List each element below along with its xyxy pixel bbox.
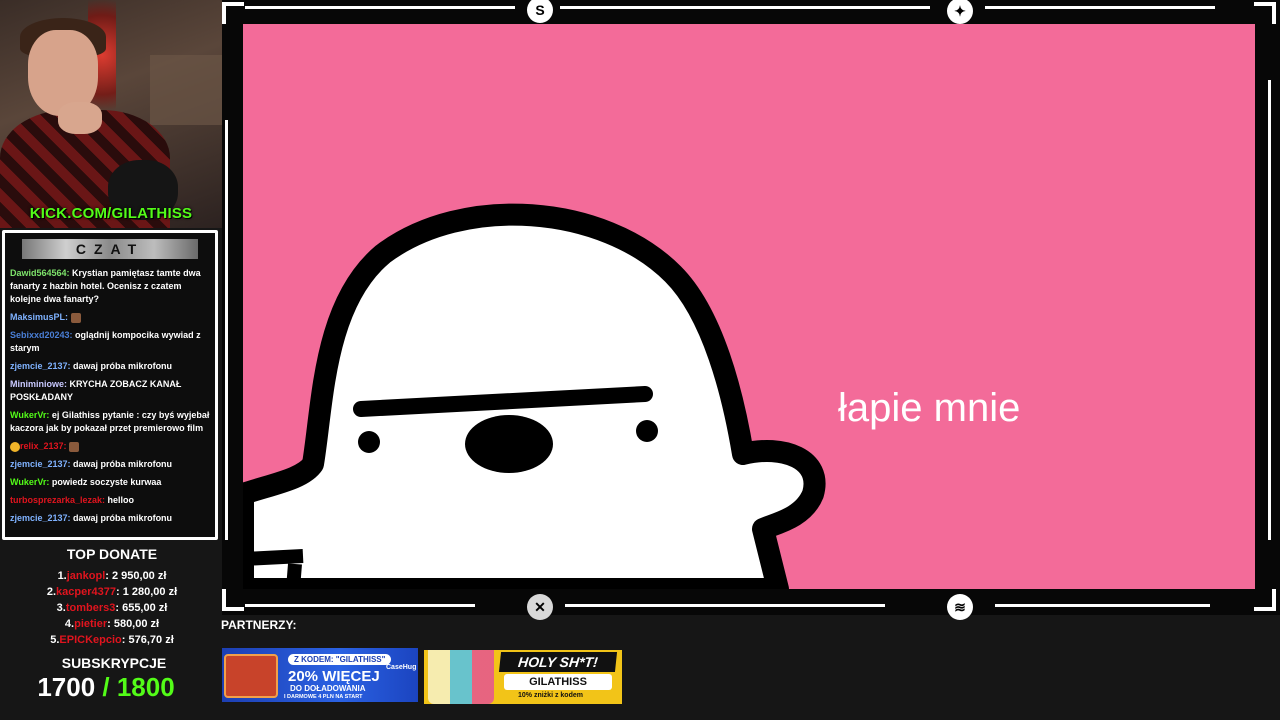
- background-shelf: [150, 55, 222, 125]
- chat-message-list: Dawid564564: Krystian pamiętasz tamte dw…: [10, 267, 210, 530]
- casehug-subline: DO DOŁADOWANIA: [290, 684, 366, 693]
- chat-emote-icon: [70, 312, 81, 323]
- chat-username[interactable]: Dawid564564: [10, 268, 67, 278]
- donation-row: 5.EPICKepcio: 576,70 zł: [0, 632, 224, 648]
- frame-line-top-left: [245, 6, 515, 9]
- frame-line-bottom-mid: [565, 604, 885, 607]
- subscriptions-goal: / 1800: [102, 672, 175, 702]
- chat-username[interactable]: turbosprezarka_lezak: [10, 495, 102, 505]
- casehug-subline-2: I DARMOWE 4 PLN NA START: [284, 694, 363, 700]
- top-donate-title: TOP DONATE: [66, 546, 158, 562]
- chat-username[interactable]: Sebixxd20243: [10, 330, 70, 340]
- frame-corner-tl: [222, 2, 244, 24]
- frame-corner-tr: [1254, 2, 1276, 24]
- chat-message: WukerVr: ej Gilathiss pytanie : czy byś …: [10, 409, 210, 435]
- donation-row: 4.pietier: 580,00 zł: [0, 616, 224, 632]
- frame-line-right: [1268, 80, 1271, 540]
- chat-message: relix_2137:: [10, 440, 210, 453]
- cross-logo-icon: ✕: [527, 594, 553, 620]
- chat-message: Miniminiowe: KRYCHA ZOBACZ KANAŁ POSKŁAD…: [10, 378, 210, 404]
- donation-rank: 4.: [64, 618, 75, 630]
- video-content: [243, 24, 1255, 589]
- drink-cans-icon: [428, 650, 494, 704]
- donation-row: 1.jankopl: 2 950,00 zł: [0, 568, 224, 584]
- subscriptions-current: 1700: [37, 672, 96, 702]
- donation-rank: 2.: [46, 586, 57, 598]
- chat-emote-icon: [69, 441, 80, 452]
- chat-username[interactable]: Miniminiowe: [10, 379, 64, 389]
- chat-text: dawaj próba mikrofonu: [70, 513, 173, 523]
- chat-message: zjemcie_2137: dawaj próba mikrofonu: [10, 512, 210, 525]
- holyshit-logo: HOLY SH*T!: [498, 652, 618, 672]
- webcam-feed: [0, 0, 222, 228]
- kick-channel-url: KICK.COM/GILATHISS: [29, 205, 193, 222]
- donation-row: 2.kacper4377: 1 280,00 zł: [0, 584, 224, 600]
- holyshit-discount: 10% zniżki z kodem: [518, 692, 583, 699]
- casehug-headline: 20% WIĘCEJ: [288, 668, 380, 685]
- chat-text: helloo: [105, 495, 135, 505]
- donation-amount: : 580,00 zł: [107, 618, 160, 630]
- chat-username[interactable]: zjemcie_2137: [10, 513, 68, 523]
- subscriptions-title: SUBSKRYPCJE: [61, 655, 167, 671]
- casehug-brand: CaseHug: [386, 664, 417, 671]
- treasure-chest-icon: [224, 654, 278, 698]
- donor-name: kacper4377: [56, 586, 116, 598]
- chat-username[interactable]: zjemcie_2137: [10, 361, 68, 371]
- chat-message: Dawid564564: Krystian pamiętasz tamte dw…: [10, 267, 210, 306]
- streamer-hand: [58, 102, 102, 134]
- donation-rank: 3.: [56, 602, 66, 614]
- frame-line-bottom-right: [995, 604, 1210, 607]
- donation-amount: : 1 280,00 zł: [115, 586, 178, 598]
- subscriptions-counter: 1700 / 1800: [0, 672, 212, 703]
- chat-message: zjemcie_2137: dawaj próba mikrofonu: [10, 458, 210, 471]
- chat-text: dawaj próba mikrofonu: [70, 361, 173, 371]
- frame-line-top-mid: [560, 6, 930, 9]
- video-caption: łapie mnie: [838, 386, 1021, 430]
- chat-username[interactable]: relix_2137: [20, 441, 64, 451]
- chat-message: turbosprezarka_lezak: helloo: [10, 494, 210, 507]
- donation-row: 3.tombers3: 655,00 zł: [0, 600, 224, 616]
- chat-message: Sebixxd20243: oglądnij kompocika wywiad …: [10, 329, 210, 355]
- holyshit-ad-banner[interactable]: HOLY SH*T! GILATHISS 10% zniżki z kodem: [424, 650, 622, 704]
- donation-amount: : 2 950,00 zł: [105, 570, 167, 582]
- chat-text: powiedz soczyste kurwaa: [49, 477, 162, 487]
- frame-line-left: [225, 120, 228, 540]
- donor-name: jankopl: [66, 570, 106, 582]
- donor-name: tombers3: [65, 602, 116, 614]
- casehug-ad-banner[interactable]: Z KODEM: "GILATHISS" 20% WIĘCEJ DO DOŁAD…: [222, 648, 418, 702]
- holyshit-promo-code: GILATHISS: [504, 674, 612, 690]
- chat-username[interactable]: zjemcie_2137: [10, 459, 68, 469]
- frame-corner-br: [1254, 589, 1276, 611]
- donation-amount: : 655,00 zł: [115, 602, 168, 614]
- top-donate-list: 1.jankopl: 2 950,00 zł 2.kacper4377: 1 28…: [0, 568, 224, 648]
- chat-title: CZAT: [22, 239, 198, 259]
- partners-title: PARTNERZY:: [221, 618, 297, 632]
- donor-name: pietier: [74, 618, 108, 630]
- donation-amount: : 576,70 zł: [121, 634, 174, 646]
- smiley-emote-icon: [10, 441, 20, 452]
- donation-rank: 1.: [57, 570, 67, 582]
- frame-corner-bl: [222, 589, 244, 611]
- casehug-promo-code: Z KODEM: "GILATHISS": [288, 654, 392, 665]
- chat-username[interactable]: WukerVr: [10, 477, 46, 487]
- waves-logo-icon: ≋: [947, 594, 973, 620]
- chat-username[interactable]: WukerVr: [10, 410, 46, 420]
- chat-message: MaksimusPL:: [10, 311, 210, 324]
- frame-line-top-right: [985, 6, 1215, 9]
- frame-line-bottom-left: [245, 604, 475, 607]
- ghost-character: [243, 203, 826, 589]
- chat-username[interactable]: MaksimusPL: [10, 312, 65, 322]
- donor-name: EPICKepcio: [59, 634, 122, 646]
- chat-text: dawaj próba mikrofonu: [70, 459, 173, 469]
- chat-message: zjemcie_2137: dawaj próba mikrofonu: [10, 360, 210, 373]
- chat-message: WukerVr: powiedz soczyste kurwaa: [10, 476, 210, 489]
